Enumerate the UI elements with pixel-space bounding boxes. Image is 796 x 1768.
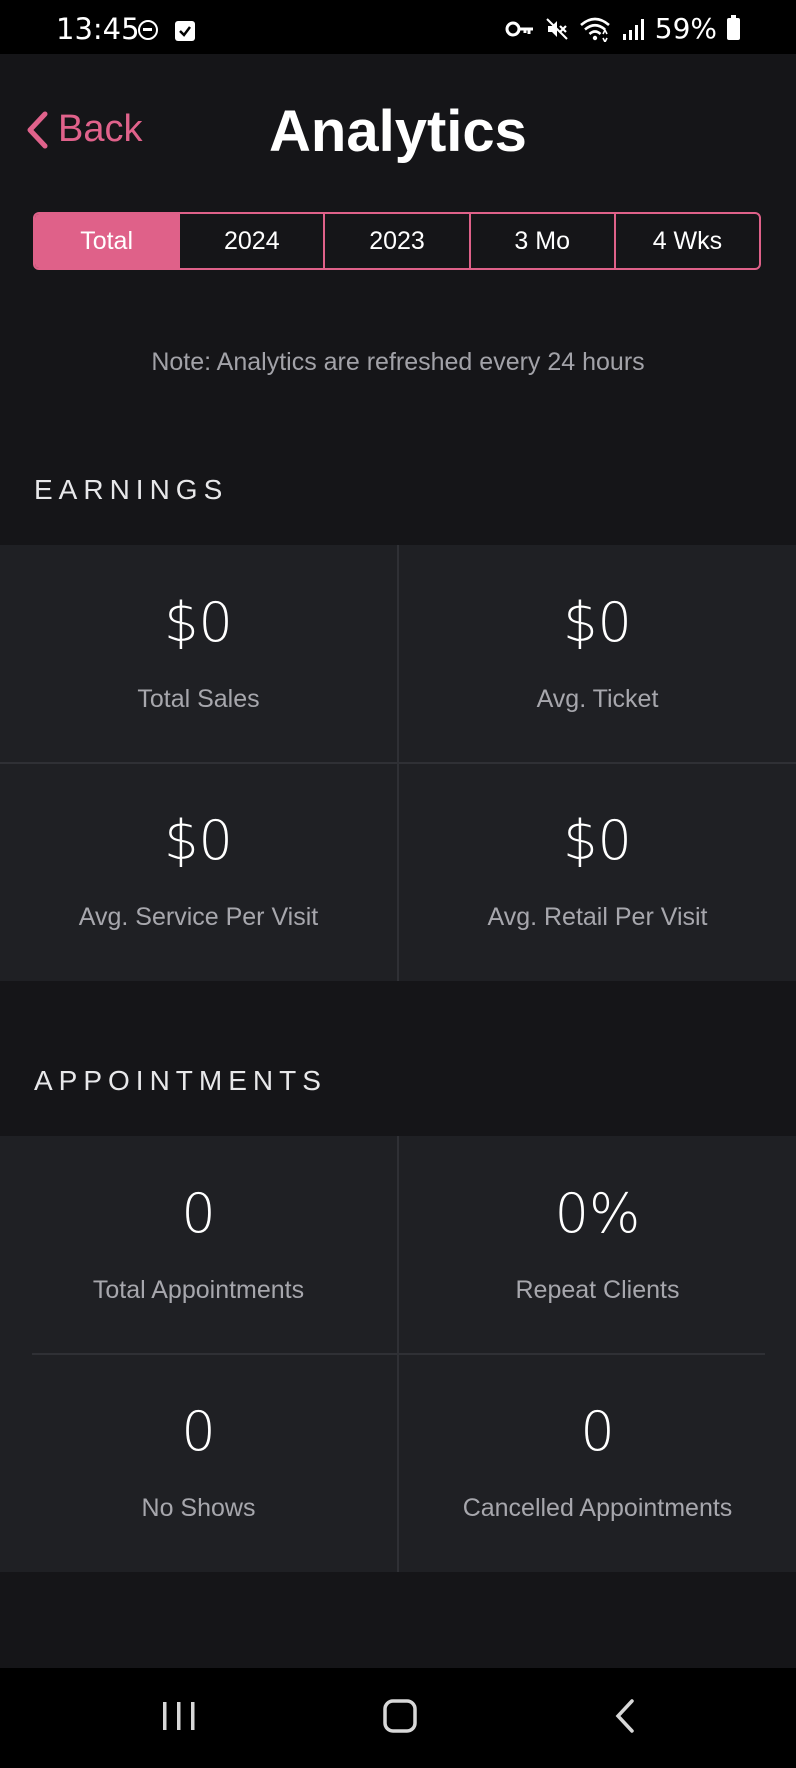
status-bar: 13:45 59% xyxy=(0,0,796,54)
period-selector: Total 2024 2023 3 Mo 4 Wks xyxy=(33,212,761,270)
mute-icon xyxy=(546,17,568,40)
total-sales-value: $0 xyxy=(164,591,233,654)
battery-percent: 59% xyxy=(654,12,717,45)
cancelled-appointments-label: Cancelled Appointments xyxy=(462,1494,733,1522)
period-total[interactable]: Total xyxy=(35,214,181,268)
total-appointments-card: 0 Total Appointments xyxy=(0,1136,397,1354)
repeat-clients-label: Repeat Clients xyxy=(515,1276,680,1304)
status-time: 13:45 xyxy=(56,12,140,46)
wifi-icon xyxy=(579,17,610,42)
back-nav-icon[interactable] xyxy=(610,1696,640,1741)
home-icon[interactable] xyxy=(381,1696,421,1741)
vpn-key-icon xyxy=(505,21,533,36)
cancelled-appointments-value: 0 xyxy=(580,1400,615,1463)
avg-service-label: Avg. Service Per Visit xyxy=(78,903,319,931)
system-nav-bar xyxy=(0,1668,796,1768)
total-sales-label: Total Sales xyxy=(137,685,260,713)
battery-icon xyxy=(727,14,740,40)
no-shows-value: 0 xyxy=(181,1400,216,1463)
total-appointments-label: Total Appointments xyxy=(92,1276,305,1304)
no-shows-label: No Shows xyxy=(141,1494,256,1522)
no-shows-card: 0 No Shows xyxy=(0,1354,397,1572)
period-2023[interactable]: 2023 xyxy=(325,214,471,268)
earnings-horizontal-divider xyxy=(0,762,796,764)
dnd-icon xyxy=(138,20,158,40)
total-appointments-value: 0 xyxy=(181,1182,216,1245)
avg-ticket-card: $0 Avg. Ticket xyxy=(399,545,796,763)
earnings-grid: $0 Total Sales $0 Avg. Ticket $0 Avg. Se… xyxy=(0,545,796,981)
avg-service-card: $0 Avg. Service Per Visit xyxy=(0,763,397,981)
avg-ticket-value: $0 xyxy=(563,591,632,654)
cancelled-appointments-card: 0 Cancelled Appointments xyxy=(399,1354,796,1572)
total-sales-card: $0 Total Sales xyxy=(0,545,397,763)
appointments-grid: 0 Total Appointments 0% Repeat Clients 0… xyxy=(0,1136,796,1572)
period-4-weeks[interactable]: 4 Wks xyxy=(616,214,759,268)
period-2024[interactable]: 2024 xyxy=(180,214,326,268)
period-3-months[interactable]: 3 Mo xyxy=(471,214,616,268)
earnings-title: EARNINGS xyxy=(34,474,229,505)
avg-ticket-label: Avg. Ticket xyxy=(536,685,659,713)
appointments-title: APPOINTMENTS xyxy=(34,1065,327,1096)
avg-retail-value: $0 xyxy=(563,809,632,872)
repeat-clients-value: 0% xyxy=(554,1182,641,1245)
avg-retail-card: $0 Avg. Retail Per Visit xyxy=(399,763,796,981)
repeat-clients-card: 0% Repeat Clients xyxy=(399,1136,796,1354)
avg-retail-label: Avg. Retail Per Visit xyxy=(487,903,708,931)
header: Back Analytics xyxy=(0,54,796,209)
recent-apps-icon[interactable] xyxy=(160,1696,198,1741)
status-icons: 59% xyxy=(505,12,740,45)
appointments-horizontal-divider xyxy=(32,1353,765,1355)
signal-icon xyxy=(622,18,644,40)
refresh-note: Note: Analytics are refreshed every 24 h… xyxy=(151,348,645,376)
analytics-screen: Back Analytics Total 2024 2023 3 Mo 4 Wk… xyxy=(0,54,796,1668)
page-title: Analytics xyxy=(269,99,527,164)
avg-service-value: $0 xyxy=(164,809,233,872)
checkbox-icon xyxy=(175,21,195,41)
